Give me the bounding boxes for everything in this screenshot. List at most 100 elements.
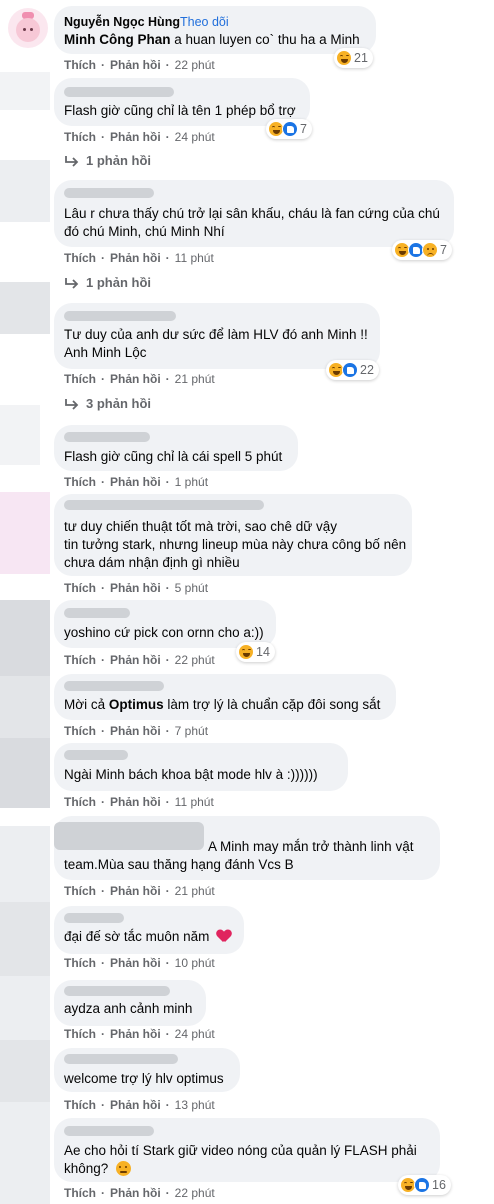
reply-arrow-icon xyxy=(64,155,80,167)
like-button[interactable]: Thích xyxy=(64,475,96,489)
like-button[interactable]: Thích xyxy=(64,653,96,667)
comment-text-line: không? xyxy=(64,1159,132,1179)
comment-time[interactable]: 11 phút xyxy=(175,795,214,809)
reply-button[interactable]: Phản hồi xyxy=(110,58,161,72)
comment-actions: Thích · Phản hồi · 24 phút xyxy=(64,130,215,144)
reply-button[interactable]: Phản hồi xyxy=(110,653,161,667)
comment-time[interactable]: 22 phút xyxy=(175,1186,215,1200)
reply-arrow-icon xyxy=(64,277,80,289)
reaction-count: 7 xyxy=(300,122,307,136)
replies-count: 3 phản hồi xyxy=(86,396,151,411)
comment-time[interactable]: 24 phút xyxy=(175,130,215,144)
haha-icon xyxy=(238,644,254,660)
comment-time[interactable]: 11 phút xyxy=(175,251,214,265)
comment-time[interactable]: 21 phút xyxy=(175,372,215,386)
reply-button[interactable]: Phản hồi xyxy=(110,130,161,144)
reaction-count: 22 xyxy=(360,363,374,377)
like-button[interactable]: Thích xyxy=(64,372,96,386)
comment-actions: Thích · Phản hồi · 21 phút xyxy=(64,884,215,898)
comment-actions: Thích · Phản hồi · 22 phút xyxy=(64,1186,215,1200)
like-button[interactable]: Thích xyxy=(64,1186,96,1200)
comment-actions: Thích · Phản hồi · 11 phút xyxy=(64,795,214,809)
mention-link[interactable]: Optimus xyxy=(109,697,164,712)
like-icon xyxy=(414,1177,430,1193)
comment-time[interactable]: 10 phút xyxy=(175,956,215,970)
comment-time[interactable]: 24 phút xyxy=(175,1027,215,1041)
reply-button[interactable]: Phản hồi xyxy=(110,795,161,809)
reaction-summary[interactable]: 7 xyxy=(392,240,452,260)
comment-text-line: team.Mùa sau thăng hạng đánh Vcs B xyxy=(64,857,294,872)
comment-time[interactable]: 21 phút xyxy=(175,884,215,898)
follow-link[interactable]: Theo dõi xyxy=(180,15,229,29)
comment-text-line: A Minh may mắn trở thành linh vật xyxy=(208,839,414,854)
comment-time[interactable]: 22 phút xyxy=(175,653,215,667)
reaction-summary[interactable]: 21 xyxy=(334,48,373,68)
like-button[interactable]: Thích xyxy=(64,58,96,72)
comment-time[interactable]: 22 phút xyxy=(175,58,215,72)
reply-button[interactable]: Phản hồi xyxy=(110,724,161,738)
comment-text-line: chưa dám nhận định gì nhiều xyxy=(64,555,240,570)
like-button[interactable]: Thích xyxy=(64,130,96,144)
eye-icon xyxy=(23,28,26,31)
blurred-avatar xyxy=(0,72,50,110)
like-button[interactable]: Thích xyxy=(64,884,96,898)
reply-button[interactable]: Phản hồi xyxy=(110,1027,161,1041)
comment-time[interactable]: 13 phút xyxy=(175,1098,215,1112)
reaction-summary[interactable]: 16 xyxy=(398,1175,451,1195)
like-button[interactable]: Thích xyxy=(64,1098,96,1112)
eye-icon xyxy=(30,28,33,31)
reaction-summary[interactable]: 22 xyxy=(326,360,379,380)
sad-icon xyxy=(422,242,438,258)
comment-time[interactable]: 7 phút xyxy=(175,724,208,738)
comment-author[interactable]: Nguyễn Ngọc Hùng xyxy=(64,15,180,29)
blurred-avatar xyxy=(0,902,50,976)
like-button[interactable]: Thích xyxy=(64,724,96,738)
reaction-summary[interactable]: 14 xyxy=(236,642,275,662)
comment-text-line: tin tưởng stark, nhưng lineup mùa này ch… xyxy=(64,537,407,552)
blurred-author xyxy=(64,311,176,321)
like-button[interactable]: Thích xyxy=(64,956,96,970)
face-icon xyxy=(16,18,40,42)
reply-button[interactable]: Phản hồi xyxy=(110,884,161,898)
comment-text-line: tư duy chiến thuật tốt mà trời, sao chê … xyxy=(64,519,338,534)
blurred-author xyxy=(64,986,170,996)
reply-button[interactable]: Phản hồi xyxy=(110,1098,161,1112)
comment-text: yoshino cứ pick con ornn cho a:)) xyxy=(64,625,264,640)
replies-count: 1 phản hồi xyxy=(86,275,151,290)
comment-suffix: làm trợ lý là chuẩn cặp đôi song sắt xyxy=(167,697,381,712)
mention-link[interactable]: Minh Công Phan xyxy=(64,32,170,47)
like-button[interactable]: Thích xyxy=(64,795,96,809)
reaction-count: 7 xyxy=(440,243,447,257)
view-replies-link[interactable]: 1 phản hồi xyxy=(64,153,151,168)
comment-text: Ngài Minh bách khoa bật mode hlv à :))))… xyxy=(64,767,318,782)
comment-body: không? xyxy=(64,1161,109,1176)
comment-actions: Thích · Phản hồi · 7 phút xyxy=(64,724,209,738)
comment-actions: Thích · Phản hồi · 22 phút xyxy=(64,653,215,667)
view-replies-link[interactable]: 1 phản hồi xyxy=(64,275,151,290)
worried-face-icon xyxy=(116,1161,132,1176)
avatar[interactable] xyxy=(8,8,48,48)
comment-time[interactable]: 1 phút xyxy=(175,475,208,489)
reaction-summary[interactable]: 7 xyxy=(266,119,312,139)
reply-button[interactable]: Phản hồi xyxy=(110,475,161,489)
comment-actions: Thích · Phản hồi · 1 phút xyxy=(64,475,209,489)
reply-button[interactable]: Phản hồi xyxy=(110,251,161,265)
comment-actions: Thích · Phản hồi · 22 phút xyxy=(64,58,215,72)
reply-button[interactable]: Phản hồi xyxy=(110,581,161,595)
blurred-author xyxy=(64,188,154,198)
comment-text: Minh Công Phan a huan luyen co` thu ha a… xyxy=(64,30,360,50)
blurred-avatar xyxy=(0,160,50,222)
reply-button[interactable]: Phản hồi xyxy=(110,372,161,386)
reaction-count: 21 xyxy=(354,51,368,65)
comment-actions: Thích · Phản hồi · 5 phút xyxy=(64,581,209,595)
comment-text: Flash giờ cũng chỉ là tên 1 phép bổ trợ xyxy=(64,103,296,118)
reply-button[interactable]: Phản hồi xyxy=(110,956,161,970)
view-replies-link[interactable]: 3 phản hồi xyxy=(64,396,151,411)
reply-button[interactable]: Phản hồi xyxy=(110,1186,161,1200)
comment-time[interactable]: 5 phút xyxy=(175,581,208,595)
like-button[interactable]: Thích xyxy=(64,581,96,595)
like-button[interactable]: Thích xyxy=(64,251,96,265)
blurred-avatar xyxy=(0,405,40,465)
comment-text: đại đế sờ tắc muôn năm xyxy=(64,927,231,947)
like-button[interactable]: Thích xyxy=(64,1027,96,1041)
